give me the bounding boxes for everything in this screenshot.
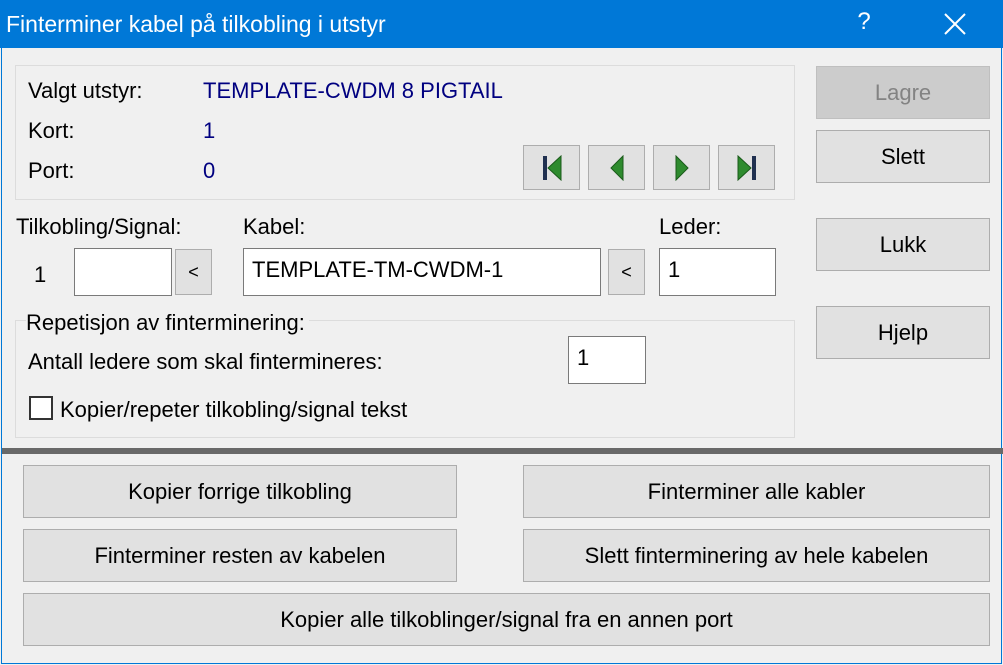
equipment-label: Valgt utstyr: xyxy=(28,78,143,103)
port-value: 0 xyxy=(203,158,216,183)
cable-input[interactable]: TEMPLATE-TM-CWDM-1 xyxy=(243,248,601,296)
help-title-button[interactable]: ? xyxy=(852,8,876,36)
signal-input[interactable] xyxy=(74,248,172,296)
conductor-label: Leder: xyxy=(659,214,722,239)
terminate-rest-button[interactable]: Finterminer resten av kabelen xyxy=(23,529,457,582)
save-button[interactable]: Lagre xyxy=(816,66,990,119)
first-button[interactable] xyxy=(523,145,580,190)
card-value: 1 xyxy=(203,118,216,143)
conductor-count-label: Antall ledere som skal fintermineres: xyxy=(28,349,383,374)
delete-cable-termination-button[interactable]: Slett finterminering av hele kabelen xyxy=(523,529,990,582)
dialog-body: Valgt utstyr: TEMPLATE-CWDM 8 PIGTAIL Ko… xyxy=(1,48,1003,664)
previous-icon xyxy=(609,154,625,181)
signal-pick-button[interactable]: < xyxy=(175,249,212,295)
repetition-heading: Repetisjon av finterminering: xyxy=(26,310,309,336)
cable-label: Kabel: xyxy=(243,214,306,239)
separator xyxy=(2,448,1003,454)
next-button[interactable] xyxy=(653,145,710,190)
title-bar: Finterminer kabel på tilkobling i utstyr… xyxy=(0,0,1003,48)
conductor-input[interactable]: 1 xyxy=(659,248,776,296)
signal-label: Tilkobling/Signal: xyxy=(16,214,182,239)
copy-text-label: Kopier/repeter tilkobling/signal tekst xyxy=(60,397,408,422)
window-title: Finterminer kabel på tilkobling i utstyr xyxy=(6,11,386,37)
terminate-all-button[interactable]: Finterminer alle kabler xyxy=(523,465,990,518)
copy-text-checkbox[interactable] xyxy=(29,396,53,420)
cable-pick-button[interactable]: < xyxy=(608,249,645,295)
last-button[interactable] xyxy=(718,145,775,190)
card-label: Kort: xyxy=(28,118,75,143)
conductor-count-input[interactable]: 1 xyxy=(568,336,646,384)
copy-previous-button[interactable]: Kopier forrige tilkobling xyxy=(23,465,457,518)
copy-from-port-button[interactable]: Kopier alle tilkoblinger/signal fra en a… xyxy=(23,593,990,646)
close-button[interactable]: Lukk xyxy=(816,218,990,271)
last-icon xyxy=(736,154,758,181)
delete-button[interactable]: Slett xyxy=(816,130,990,183)
next-icon xyxy=(674,154,690,181)
close-icon[interactable] xyxy=(940,6,970,42)
first-icon xyxy=(541,154,563,181)
previous-button[interactable] xyxy=(588,145,645,190)
help-button[interactable]: Hjelp xyxy=(816,306,990,359)
signal-index: 1 xyxy=(34,262,47,287)
port-label: Port: xyxy=(28,158,75,183)
equipment-value: TEMPLATE-CWDM 8 PIGTAIL xyxy=(203,78,503,103)
